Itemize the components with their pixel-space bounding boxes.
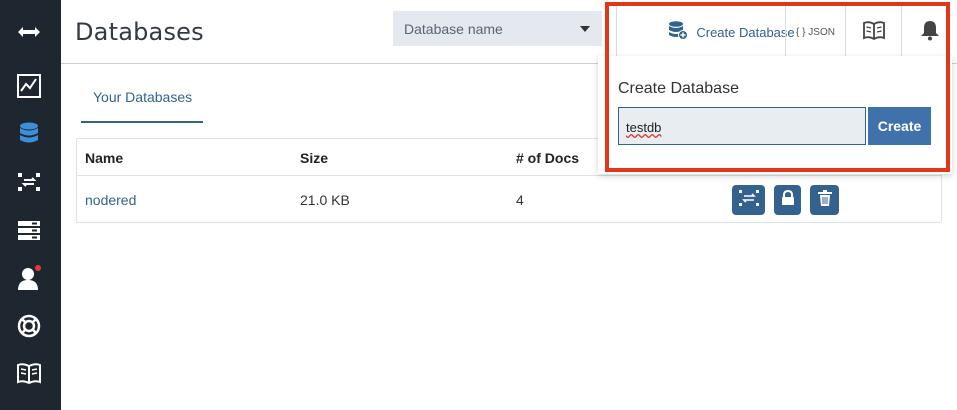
replication-icon[interactable] [15, 168, 43, 196]
page-title: Databases [75, 18, 204, 46]
tab-label: Your Databases [93, 89, 193, 105]
database-doc-count: 4 [516, 192, 524, 208]
support-lifebuoy-icon[interactable] [15, 312, 43, 340]
database-name-select[interactable]: Database name [393, 11, 602, 46]
server-config-icon[interactable] [15, 216, 43, 244]
permissions-button[interactable] [774, 185, 801, 215]
delete-button[interactable] [810, 185, 839, 215]
lock-icon [781, 189, 795, 211]
replicate-button[interactable] [732, 185, 765, 215]
databases-icon[interactable] [15, 120, 43, 148]
documentation-book-icon[interactable] [15, 359, 43, 387]
row-actions [732, 185, 839, 215]
sidebar [0, 0, 61, 410]
expand-arrows-icon[interactable] [15, 18, 43, 46]
highlight-box [605, 2, 950, 172]
replicate-icon [738, 189, 760, 212]
database-size: 21.0 KB [300, 192, 350, 208]
column-header-name[interactable]: Name [85, 150, 123, 166]
database-name-link[interactable]: nodered [85, 192, 136, 208]
activity-chart-icon[interactable] [15, 72, 43, 100]
caret-down-icon [580, 26, 590, 32]
column-header-docs[interactable]: # of Docs [516, 150, 579, 166]
database-select-placeholder: Database name [404, 20, 503, 37]
tab-your-databases[interactable]: Your Databases [81, 80, 203, 123]
user-notification-icon[interactable] [15, 264, 43, 292]
trash-icon [817, 189, 832, 211]
column-header-size[interactable]: Size [300, 150, 328, 166]
